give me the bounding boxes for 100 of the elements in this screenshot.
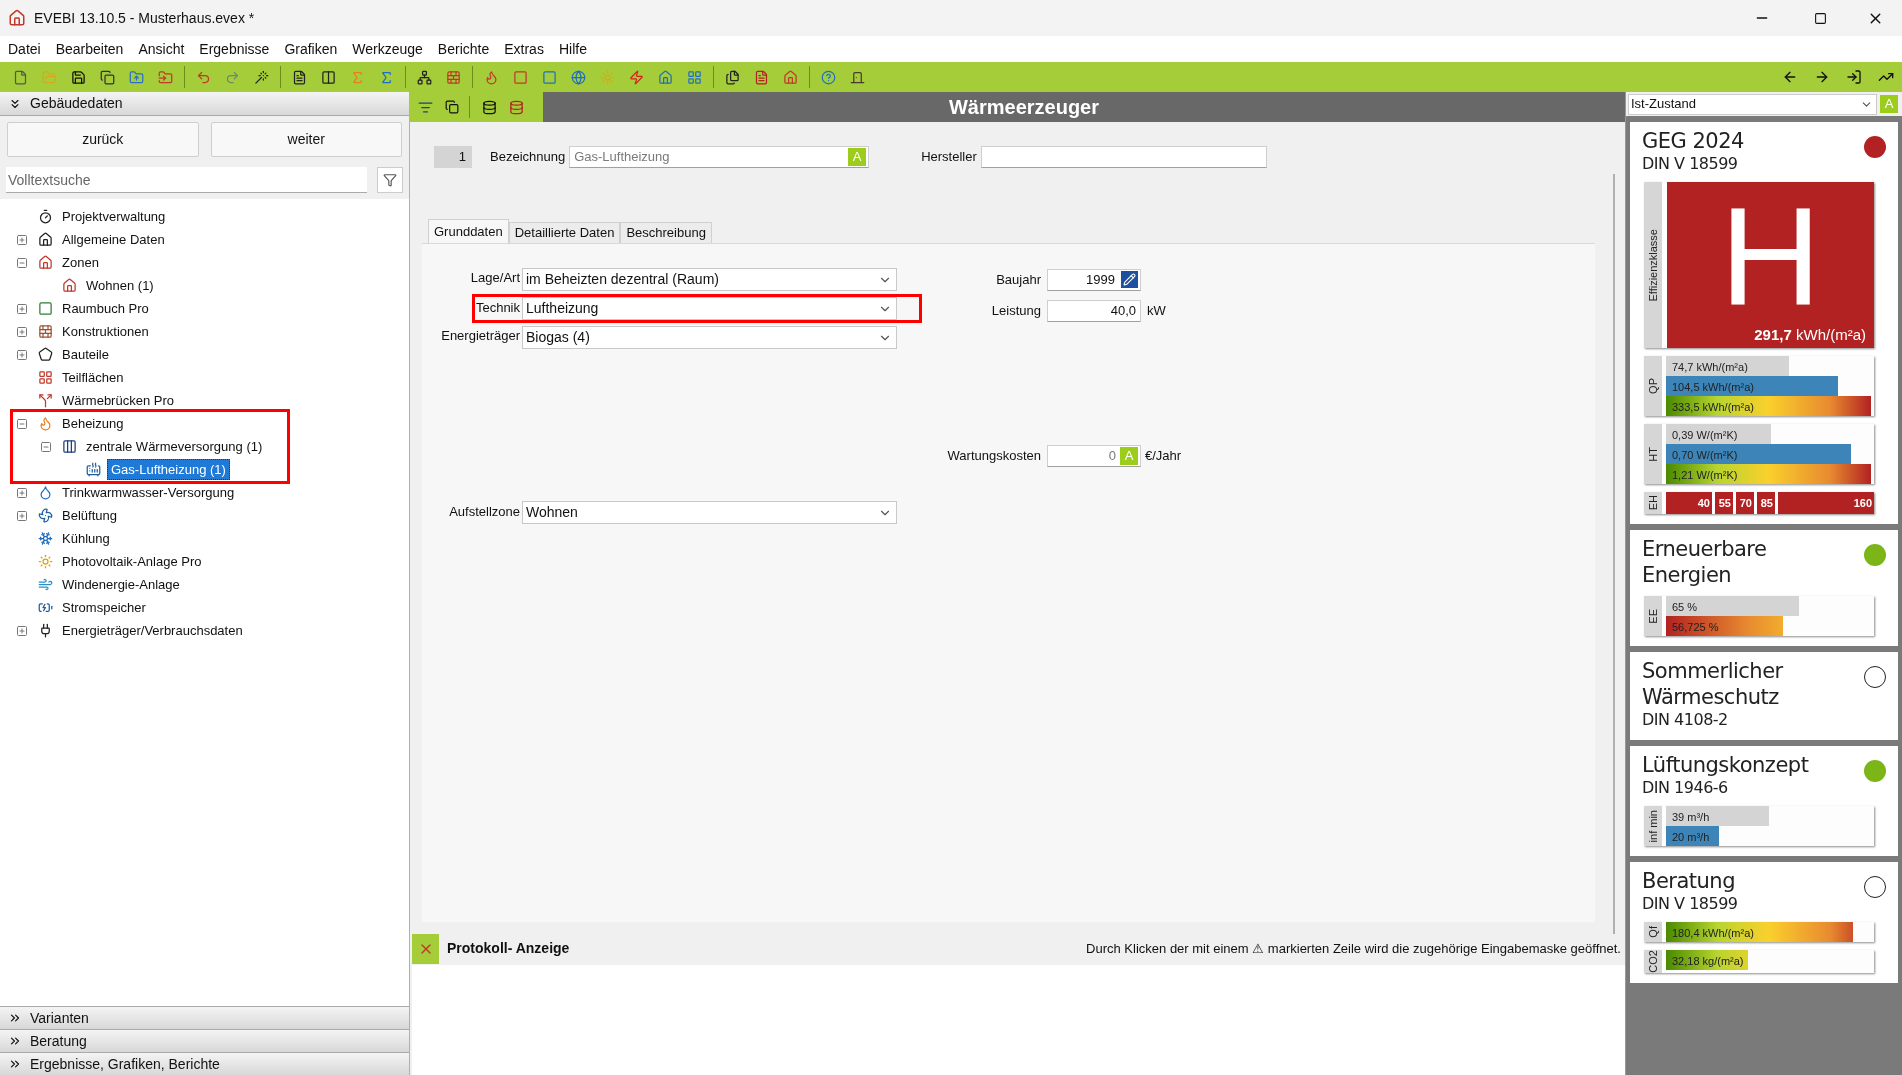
save-icon[interactable] — [71, 69, 86, 85]
nav-button[interactable]: weiter — [210, 122, 402, 157]
database-icon[interactable] — [482, 99, 497, 115]
dropdown[interactable]: im Beheizten dezentral (Raum) — [522, 268, 897, 291]
section-header[interactable]: Beratung — [0, 1029, 409, 1052]
tree-item[interactable]: Belüftung — [59, 505, 120, 526]
menu-item[interactable]: Werkzeuge — [346, 38, 429, 60]
tree-item[interactable]: Bauteile — [59, 344, 112, 365]
menu-item[interactable]: Hilfe — [552, 38, 593, 60]
manufacturer-field[interactable] — [980, 146, 1267, 168]
collapse-icon[interactable] — [16, 256, 28, 269]
tab[interactable]: Beschreibung — [620, 222, 712, 243]
expand-icon[interactable] — [16, 486, 28, 499]
copy-icon[interactable] — [100, 69, 115, 85]
maintenance-field[interactable]: 0 A — [1047, 444, 1141, 467]
nav-button[interactable]: zurück — [7, 122, 199, 157]
menu-item[interactable]: Grafiken — [278, 38, 344, 60]
tree-item[interactable]: Projektverwaltung — [59, 206, 169, 227]
section-header[interactable]: Varianten — [0, 1006, 409, 1029]
expand-icon[interactable] — [16, 624, 28, 637]
expand-icon[interactable] — [16, 348, 28, 361]
maximize-icon[interactable] — [1814, 11, 1827, 25]
tab[interactable]: Grunddaten — [428, 219, 509, 243]
result-card[interactable]: GEG 2024 DIN V 18599 Effizienzklasse H291,7 kWh/(m²a) QP 74,7 kWh/(m²a) 104,5 kWh/(m²a) 333,5 kWh/(m²a) HT 0,39 W/(m²K) 0,70 W/(m²K) 1,21 W/(m²K) EH 40 55 70 85 160 — [1630, 122, 1898, 524]
folder-up-icon[interactable] — [129, 69, 144, 85]
tree-item[interactable]: Stromspeicher — [59, 597, 149, 618]
tree-item[interactable]: Teilflächen — [59, 367, 127, 388]
house-icon — [38, 232, 53, 247]
panel-header[interactable]: Gebäudedaten — [0, 92, 409, 116]
file-icon[interactable] — [13, 69, 28, 85]
login-icon[interactable] — [1846, 69, 1862, 85]
tab[interactable]: Detaillierte Daten — [508, 222, 621, 243]
folder-input-icon[interactable] — [158, 69, 173, 85]
tree-item[interactable]: Zonen — [59, 252, 102, 273]
menu-item[interactable]: Ansicht — [132, 38, 191, 60]
close-button[interactable] — [412, 933, 439, 964]
menu-item[interactable]: Extras — [498, 38, 550, 60]
tree-item[interactable]: zentrale Wärmeversorgung (1) — [83, 436, 266, 457]
undo-icon[interactable] — [196, 69, 211, 85]
meter-value: 333,5 kWh/(m²a) — [1672, 400, 1754, 415]
section-header[interactable]: Ergebnisse, Grafiken, Berichte — [0, 1052, 409, 1075]
menu-item[interactable]: Berichte — [431, 38, 496, 60]
arrow-left-icon[interactable] — [1782, 69, 1798, 85]
copy-icon[interactable] — [445, 100, 459, 114]
tree-item[interactable]: Wärmebrücken Pro — [59, 390, 177, 411]
sigma-icon[interactable] — [379, 69, 394, 85]
menu-item[interactable]: Bearbeiten — [49, 38, 130, 60]
arrow-right-icon[interactable] — [1814, 69, 1830, 85]
dropdown[interactable]: Biogas (4) — [522, 326, 897, 349]
network-icon[interactable] — [417, 69, 432, 85]
result-card[interactable]: Erneuerbare Energien EE 65 % 56,725 % — [1630, 530, 1898, 646]
tree-item[interactable]: Allgemeine Daten — [59, 229, 168, 250]
door-icon[interactable] — [850, 69, 865, 85]
expand-icon[interactable] — [16, 509, 28, 522]
tree-item[interactable]: Photovoltaik-Anlage Pro — [59, 551, 205, 572]
tree-item[interactable]: Windenergie-Anlage — [59, 574, 183, 595]
tree-item[interactable]: Beheizung — [59, 413, 127, 434]
grid-icon[interactable] — [687, 69, 702, 85]
tree-item[interactable]: Trinkwarmwasser-Versorgung — [59, 482, 238, 503]
brick-wall-icon[interactable] — [446, 69, 461, 85]
columns-icon[interactable] — [321, 69, 336, 85]
power-field[interactable]: 40,0 — [1047, 299, 1141, 322]
year-field[interactable]: 1999 — [1047, 268, 1141, 291]
tree-item[interactable]: Gas-Luftheizung (1) — [107, 458, 230, 481]
files-icon[interactable] — [725, 69, 740, 85]
globe-icon[interactable] — [571, 69, 586, 85]
dropdown[interactable]: Wohnen — [522, 501, 897, 524]
collapse-icon[interactable] — [16, 417, 28, 430]
document-icon[interactable] — [292, 69, 307, 85]
expand-icon[interactable] — [16, 325, 28, 338]
result-card[interactable]: Beratung DIN V 18599 Qf 180,4 kWh/(m²a) CO2 32,18 kg/(m²a) — [1630, 862, 1898, 983]
variant-dropdown[interactable]: Ist-Zustand — [1628, 93, 1877, 115]
name-field[interactable]: Gas-Luftheizung A — [569, 146, 870, 168]
tree-item[interactable]: Raumbuch Pro — [59, 298, 152, 319]
lightning-icon[interactable] — [629, 69, 644, 85]
dropdown[interactable]: Luftheizung — [522, 297, 897, 320]
tree-item[interactable]: Kühlung — [59, 528, 113, 549]
square-icon[interactable] — [513, 69, 528, 85]
house-icon[interactable] — [658, 69, 673, 85]
pentagon-icon — [38, 347, 53, 362]
expand-icon[interactable] — [16, 233, 28, 246]
wand-icon[interactable] — [254, 69, 269, 85]
search-field[interactable]: Volltextsuche — [6, 167, 367, 193]
expand-icon[interactable] — [16, 302, 28, 315]
square-icon[interactable] — [542, 69, 557, 85]
menu-item[interactable]: Datei — [2, 38, 47, 60]
list-icon[interactable] — [418, 99, 433, 115]
result-card[interactable]: Lüftungskonzept DIN 1946-6 inf min 39 m³/h 20 m³/h — [1630, 746, 1898, 856]
tree-item[interactable]: Wohnen (1) — [83, 275, 157, 296]
tree-item[interactable]: Konstruktionen — [59, 321, 152, 342]
result-card[interactable]: Sommerlicher Wärmeschutz DIN 4108-2 — [1630, 652, 1898, 740]
collapse-icon[interactable] — [40, 440, 52, 453]
edit-icon[interactable] — [1121, 271, 1138, 288]
help-icon[interactable] — [821, 69, 836, 85]
filter-button[interactable] — [377, 167, 403, 193]
flame-icon[interactable] — [484, 69, 499, 85]
scrollbar[interactable] — [1613, 174, 1615, 934]
tree-item[interactable]: Energieträger/Verbrauchsdaten — [59, 620, 246, 641]
house-icon[interactable] — [783, 69, 798, 85]
menu-item[interactable]: Ergebnisse — [193, 38, 276, 60]
